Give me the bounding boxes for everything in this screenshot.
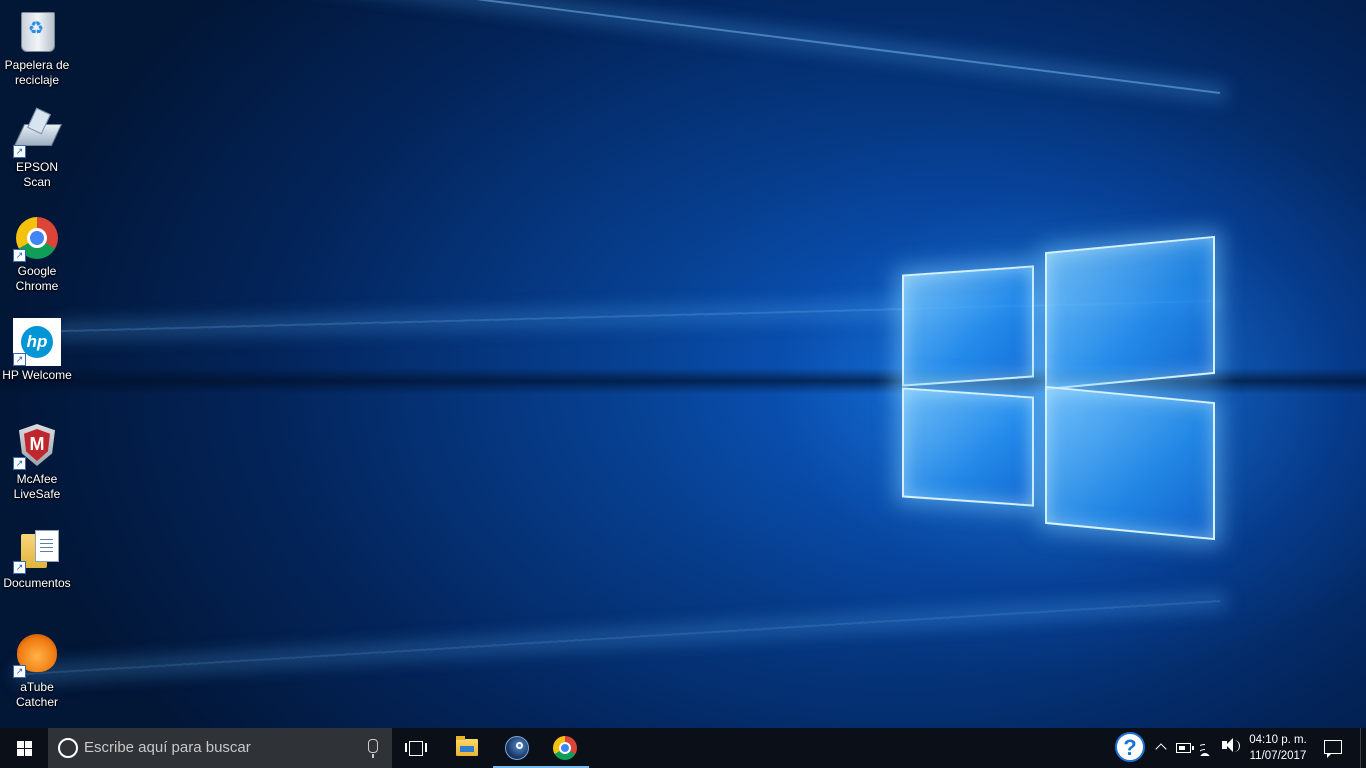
desktop-icon-recycle-bin[interactable]: Papelera de reciclaje (0, 8, 74, 88)
cortana-icon (58, 738, 78, 758)
help-icon[interactable] (1115, 732, 1145, 762)
desktop-icon-label: EPSON Scan (15, 160, 58, 189)
desktop-icon-google-chrome[interactable]: ↗ Google Chrome (0, 214, 74, 294)
action-center-icon[interactable] (1324, 740, 1342, 758)
chrome-icon (553, 736, 577, 760)
taskbar-app-steam[interactable] (493, 728, 541, 768)
task-view-icon[interactable] (404, 738, 428, 758)
battery-icon (1176, 743, 1194, 753)
clock-time: 04:10 p. m. (1249, 734, 1307, 746)
desktop-icon-label: Google Chrome (15, 264, 59, 293)
logo-pane (902, 387, 1034, 507)
show-hidden-icons-button[interactable] (1150, 728, 1174, 768)
search-placeholder[interactable]: Escribe aquí para buscar (84, 740, 344, 756)
logo-pane (902, 265, 1034, 387)
steam-icon (505, 736, 529, 760)
desktop-icon-label: aTube Catcher (15, 680, 59, 709)
wifi-icon (1200, 740, 1216, 756)
battery-button[interactable] (1172, 728, 1196, 768)
clock-date: 11/07/2017 (1249, 750, 1307, 762)
windows-logo-icon (17, 741, 24, 748)
microphone-icon[interactable] (368, 739, 378, 758)
logo-pane (1045, 385, 1215, 541)
wallpaper-light-beam (22, 600, 1221, 676)
desktop-icon-mcafee-livesafe[interactable]: ↗ McAfee LiveSafe (0, 422, 74, 502)
wallpaper-windows-logo (890, 222, 1230, 552)
desktop-icon-atube-catcher[interactable]: ↗ aTube Catcher (0, 630, 74, 710)
recycle-bin-icon (21, 12, 55, 52)
folder-icon (456, 736, 478, 756)
clock[interactable]: 04:10 p. m. 11/07/2017 (1238, 732, 1318, 764)
desktop-icon-label: Documentos (3, 576, 71, 590)
speaker-icon (1222, 738, 1233, 752)
desktop-icon-hp-welcome[interactable]: ↗ HP Welcome (0, 318, 74, 383)
show-desktop-button[interactable] (1360, 728, 1366, 768)
desktop-icon-epson-scan[interactable]: ↗ EPSON Scan (0, 107, 74, 190)
taskbar-app-google-chrome[interactable] (541, 728, 589, 768)
start-button[interactable] (0, 728, 48, 768)
taskbar-app-file-explorer[interactable] (442, 728, 490, 768)
desktop[interactable]: Papelera de reciclaje ↗ EPSON Scan ↗ Goo… (0, 0, 1366, 728)
shortcut-arrow-icon: ↗ (13, 249, 26, 262)
shortcut-arrow-icon: ↗ (13, 457, 26, 470)
shortcut-arrow-icon: ↗ (13, 665, 26, 678)
shortcut-arrow-icon: ↗ (13, 353, 26, 366)
network-button[interactable] (1196, 728, 1220, 768)
shortcut-arrow-icon: ↗ (13, 145, 26, 158)
desktop-icon-label: Papelera de reciclaje (4, 58, 70, 87)
desktop-icon-label: McAfee LiveSafe (13, 472, 61, 501)
logo-pane (1045, 235, 1215, 391)
search-box[interactable]: Escribe aquí para buscar (48, 728, 392, 768)
taskbar: Escribe aquí para buscar 04:10 p. m. 11/… (0, 728, 1366, 768)
chevron-up-icon (1155, 743, 1167, 755)
desktop-icon-label: HP Welcome (2, 368, 72, 382)
desktop-icon-documentos[interactable]: ↗ Documentos (0, 526, 74, 591)
wallpaper-light-beam (49, 0, 1221, 94)
shortcut-arrow-icon: ↗ (13, 561, 26, 574)
